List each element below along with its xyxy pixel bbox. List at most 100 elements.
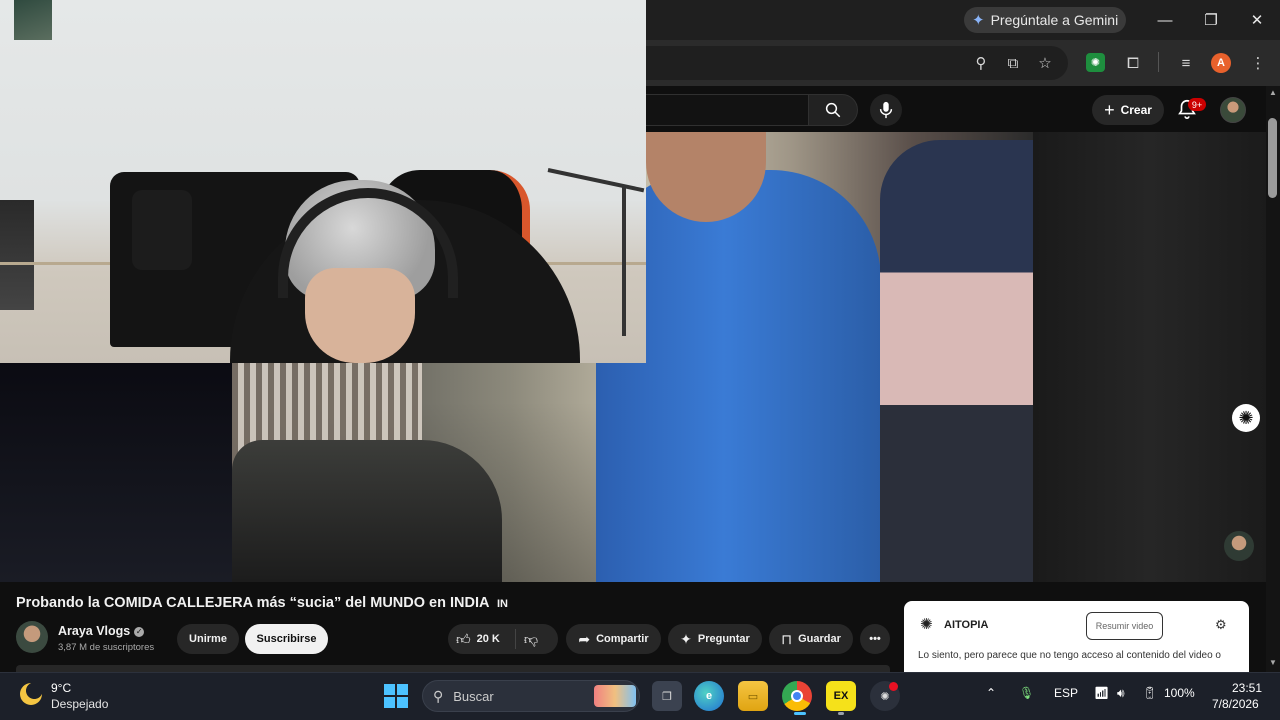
battery-icon[interactable]: 🔋︎ [1142, 686, 1157, 700]
bookmark-star-icon[interactable]: ☆ [1034, 52, 1056, 74]
chrome-icon[interactable] [782, 681, 812, 711]
minimize-icon[interactable]: — [1153, 8, 1177, 32]
ex-app-icon[interactable]: EX [826, 681, 856, 711]
thumbs-up-icon: 👍︎ [456, 630, 471, 647]
search-icon: ⚲ [433, 687, 444, 704]
ask-button[interactable]: ✦ Preguntar [668, 624, 762, 654]
gear-icon[interactable]: ⚙ [1215, 617, 1227, 633]
gemini-button[interactable]: ✦ Pregúntale a Gemini [964, 7, 1126, 33]
profile-avatar[interactable]: A [1211, 53, 1231, 73]
zoom-icon[interactable]: ⚲ [970, 52, 992, 74]
file-explorer-icon[interactable]: ▭ [738, 681, 768, 711]
restore-icon[interactable]: ❐ [1199, 8, 1223, 32]
search-icon [825, 102, 841, 118]
user-avatar[interactable] [1220, 97, 1246, 123]
video-left-blur [0, 362, 232, 582]
thumbs-down-icon: 👎︎ [523, 630, 539, 647]
chrome-menu-icon[interactable]: ⋮ [1247, 52, 1269, 74]
search-highlight-art [594, 685, 636, 707]
app-notification-dot [889, 682, 898, 691]
india-flag-label: IN [496, 598, 508, 610]
video-scene-scooter [232, 440, 502, 582]
aitopia-panel: ✺ AITOPIA Resumir video ⚙ Lo siento, per… [904, 601, 1249, 675]
aitopia-name: AITOPIA [944, 619, 989, 631]
dislike-button[interactable]: 👎︎ [524, 631, 544, 648]
stair-rail [547, 168, 645, 193]
create-button[interactable]: + Crear [1092, 95, 1164, 125]
more-dots-icon: ••• [869, 633, 881, 645]
share-label: Compartir [596, 633, 649, 645]
volume-icon[interactable]: 🔊︎ [1117, 686, 1125, 701]
sparkle-icon: ✦ [680, 630, 692, 647]
media-control-icon[interactable]: ≡ [1175, 52, 1197, 74]
scroll-up-arrow-icon[interactable]: ▲ [1266, 88, 1280, 102]
voice-search-button[interactable] [870, 94, 902, 126]
more-actions-button[interactable]: ••• [860, 624, 890, 654]
like-count: 20 K [476, 633, 500, 645]
weather-temperature[interactable]: 9°C [51, 681, 71, 695]
save-button[interactable]: ⊓ Guardar [769, 624, 853, 654]
sofa-arm [132, 190, 192, 270]
clock-time[interactable]: 23:51 [1232, 681, 1262, 695]
wall-heater [0, 200, 34, 310]
extensions-puzzle-icon[interactable]: ⧠ [1122, 52, 1144, 74]
install-app-icon[interactable]: ⧉ [1002, 52, 1024, 74]
edge-icon[interactable]: e [694, 681, 724, 711]
webcam-overlay [0, 0, 646, 363]
notification-badge: 9+ [1188, 98, 1206, 111]
task-view-icon[interactable]: ❐ [652, 681, 682, 711]
join-button[interactable]: Unirme [177, 624, 239, 654]
taskbar-search-label: Buscar [453, 688, 494, 704]
windows-start-icon[interactable] [384, 684, 408, 708]
youtube-search-button[interactable] [808, 94, 858, 126]
aitopia-logo-icon: ✺ [920, 616, 933, 633]
like-dislike-group: 👍︎ 20 K 👎︎ [448, 624, 558, 654]
subscriber-count: 3,87 M de suscriptores [58, 642, 155, 653]
moon-weather-icon[interactable] [20, 683, 42, 705]
plus-icon: + [1104, 99, 1115, 120]
bookmark-icon: ⊓ [781, 630, 793, 647]
ask-label: Preguntar [697, 633, 750, 645]
subscribe-button[interactable]: Suscribirse [245, 624, 328, 654]
floating-avatar[interactable] [1224, 531, 1254, 561]
channel-name[interactable]: Araya Vlogs ✓ [58, 624, 145, 638]
chrome-center-icon [791, 690, 803, 702]
chatgpt-extension-icon[interactable]: ✺ [1086, 53, 1105, 72]
microphone-icon [879, 101, 893, 119]
video-side-blur [1033, 132, 1266, 582]
like-button[interactable]: 👍︎ 20 K [456, 631, 500, 648]
summarize-video-button[interactable]: Resumir video [1086, 612, 1163, 640]
create-label: Crear [1120, 103, 1152, 117]
show-hidden-icons-icon[interactable]: ⌃ [986, 686, 996, 700]
weather-description[interactable]: Despejado [51, 697, 108, 711]
video-title-text: Probando la COMIDA CALLEJERA más “sucia”… [16, 595, 489, 611]
wall-poster [14, 0, 52, 40]
toolbar-separator [1158, 52, 1159, 72]
clock-date[interactable]: 7/8/2026 [1212, 697, 1259, 711]
close-icon[interactable]: ✕ [1245, 8, 1269, 32]
save-label: Guardar [798, 633, 841, 645]
language-indicator[interactable]: ESP [1054, 686, 1078, 700]
ex-app-indicator [838, 712, 844, 715]
channel-avatar[interactable] [16, 621, 48, 653]
screen: ✦ Pregúntale a Gemini — ❐ ✕ ⚲ ⧉ ☆ ✺ ⧠ ≡ … [0, 0, 1280, 720]
gemini-spark-icon: ✦ [972, 12, 985, 29]
aitopia-message: Lo siento, pero parece que no tengo acce… [918, 650, 1221, 661]
verified-icon: ✓ [134, 626, 145, 637]
windows-taskbar [0, 672, 1280, 720]
aitopia-floating-icon[interactable]: ✺ [1232, 404, 1260, 432]
scroll-down-arrow-icon[interactable]: ▼ [1266, 658, 1280, 672]
video-scene-rider [880, 140, 1033, 582]
microphone-tray-icon[interactable]: 🎙︎ [1019, 686, 1034, 700]
share-button[interactable]: ➦ Compartir [566, 624, 661, 654]
share-arrow-icon: ➦ [578, 630, 591, 647]
streamer-face [305, 268, 415, 363]
gemini-label: Pregúntale a Gemini [990, 12, 1119, 28]
scrollbar-thumb[interactable] [1268, 118, 1277, 198]
channel-name-text: Araya Vlogs [58, 624, 131, 638]
description-box-edge[interactable] [16, 665, 890, 672]
video-title: Probando la COMIDA CALLEJERA más “sucia”… [16, 595, 508, 611]
stair-rail-post [622, 186, 626, 336]
wifi-icon[interactable]: 📶︎ [1094, 686, 1109, 700]
battery-percentage[interactable]: 100% [1164, 686, 1195, 700]
